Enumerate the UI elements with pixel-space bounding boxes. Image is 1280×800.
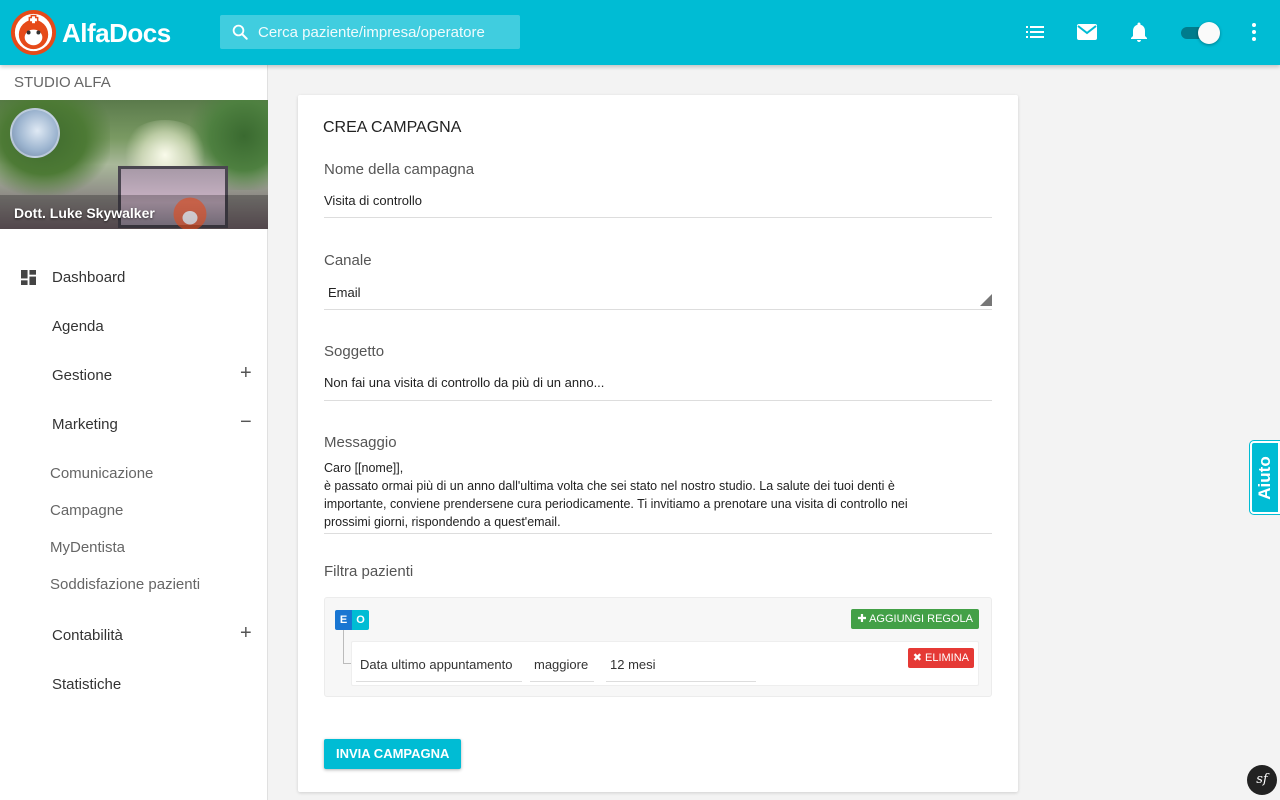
theme-toggle[interactable]	[1181, 22, 1220, 44]
user-name[interactable]: Dott. Luke Skywalker	[14, 205, 155, 221]
message-line: importante, conviene prendersene cura pe…	[324, 497, 908, 511]
sidebar-item-contabilita[interactable]: Contabilità +	[0, 616, 267, 656]
sidebar: STUDIO ALFA Dott. Luke Skywalker Dashboa…	[0, 65, 268, 800]
sidebar-item-comunicazione[interactable]: Comunicazione	[0, 459, 267, 489]
avatar[interactable]	[10, 108, 60, 158]
rule-value-input[interactable]: 12 mesi	[606, 650, 756, 682]
more-vert-icon[interactable]	[1242, 20, 1266, 44]
sidebar-item-statistiche[interactable]: Statistiche	[0, 665, 267, 705]
sidebar-item-campagne[interactable]: Campagne	[0, 496, 267, 526]
rule-operator-select[interactable]: maggiore	[530, 650, 594, 682]
query-builder: E O ✚ AGGIUNGI REGOLA Data ultimo appunt…	[324, 597, 992, 697]
add-rule-label: AGGIUNGI REGOLA	[869, 613, 973, 625]
toggle-knob	[1198, 22, 1220, 44]
sidebar-item-soddisfazione-pazienti[interactable]: Soddisfazione pazienti	[0, 570, 267, 600]
sidebar-item-gestione[interactable]: Gestione +	[0, 356, 267, 396]
search-input[interactable]	[258, 15, 513, 49]
page-title: CREA CAMPAGNA	[323, 119, 462, 136]
group-and-button[interactable]: E	[335, 610, 352, 630]
message-line: Caro [[nome]],	[324, 461, 404, 475]
campaign-name-field[interactable]	[324, 193, 992, 208]
profile-cover: Dott. Luke Skywalker	[0, 100, 268, 229]
sidebar-item-label: Contabilità	[52, 627, 123, 644]
rule-field-select[interactable]: Data ultimo appuntamento	[356, 650, 522, 682]
sidebar-item-dashboard[interactable]: Dashboard	[0, 258, 267, 298]
alfadocs-watermark-icon	[173, 197, 207, 229]
top-app-bar: AlfaDocs	[0, 0, 1280, 65]
send-campaign-button[interactable]: INVIA CAMPAGNA	[324, 739, 462, 769]
sidebar-item-label: Marketing	[52, 416, 118, 433]
search-icon	[232, 24, 248, 40]
message-label: Messaggio	[324, 434, 397, 451]
message-textarea[interactable]: Caro [[nome]], è passato ormai più di un…	[324, 459, 992, 534]
subject-field-wrap	[324, 375, 992, 401]
sidebar-item-label: Campagne	[50, 502, 124, 519]
sidebar-item-agenda[interactable]: Agenda	[0, 307, 267, 347]
help-tab[interactable]: Aiuto	[1250, 441, 1280, 514]
subject-label: Soggetto	[324, 343, 385, 360]
sidebar-item-label: Agenda	[52, 318, 104, 335]
group-or-button[interactable]: O	[352, 610, 369, 630]
campaign-name-field-wrap	[324, 193, 992, 218]
sidebar-item-marketing[interactable]: Marketing −	[0, 405, 267, 445]
message-line: prossimi giorni, rispondendo a quest'ema…	[324, 515, 561, 529]
sidebar-item-label: Comunicazione	[50, 465, 154, 482]
symfony-debug-icon[interactable]: sf	[1247, 765, 1277, 795]
collapse-icon[interactable]: −	[240, 411, 252, 434]
sidebar-item-label: Statistiche	[52, 676, 122, 693]
sidebar-item-label: Dashboard	[52, 269, 126, 286]
subject-field[interactable]	[324, 375, 992, 390]
sidebar-item-label: Soddisfazione pazienti	[50, 576, 201, 593]
sidebar-item-label: Gestione	[52, 367, 113, 384]
plus-icon: ✚	[857, 613, 867, 625]
studio-name: STUDIO ALFA	[14, 74, 111, 91]
sidebar-item-mydentista[interactable]: MyDentista	[0, 533, 267, 563]
dashboard-icon	[21, 270, 36, 285]
channel-label: Canale	[324, 252, 372, 269]
list-icon[interactable]	[1023, 20, 1047, 44]
channel-selected-value: Email	[328, 285, 361, 300]
close-icon: ✖	[912, 652, 922, 664]
mail-icon[interactable]	[1075, 20, 1099, 44]
expand-icon[interactable]: +	[240, 362, 252, 385]
rule-row: Data ultimo appuntamento maggiore 12 mes…	[351, 641, 979, 686]
expand-icon[interactable]: +	[240, 622, 252, 645]
delete-rule-label: ELIMINA	[924, 652, 969, 664]
campaign-name-label: Nome della campagna	[324, 161, 475, 178]
create-campaign-card: CREA CAMPAGNA Nome della campagna Canale…	[298, 95, 1018, 792]
dropdown-arrow-icon	[980, 294, 992, 306]
add-rule-button[interactable]: ✚ AGGIUNGI REGOLA	[851, 609, 979, 629]
alfadocs-logo-icon[interactable]	[10, 9, 57, 56]
channel-select[interactable]: Email	[324, 279, 992, 310]
filter-patients-label: Filtra pazienti	[324, 563, 414, 580]
sidebar-item-label: MyDentista	[50, 539, 126, 556]
message-line: è passato ormai più di un anno dall'ulti…	[324, 479, 895, 493]
app-brand: AlfaDocs	[62, 18, 171, 48]
delete-rule-button[interactable]: ✖ ELIMINA	[907, 648, 974, 668]
bell-icon[interactable]	[1127, 20, 1151, 44]
help-label: Aiuto	[1255, 455, 1274, 500]
search-box	[220, 15, 520, 49]
